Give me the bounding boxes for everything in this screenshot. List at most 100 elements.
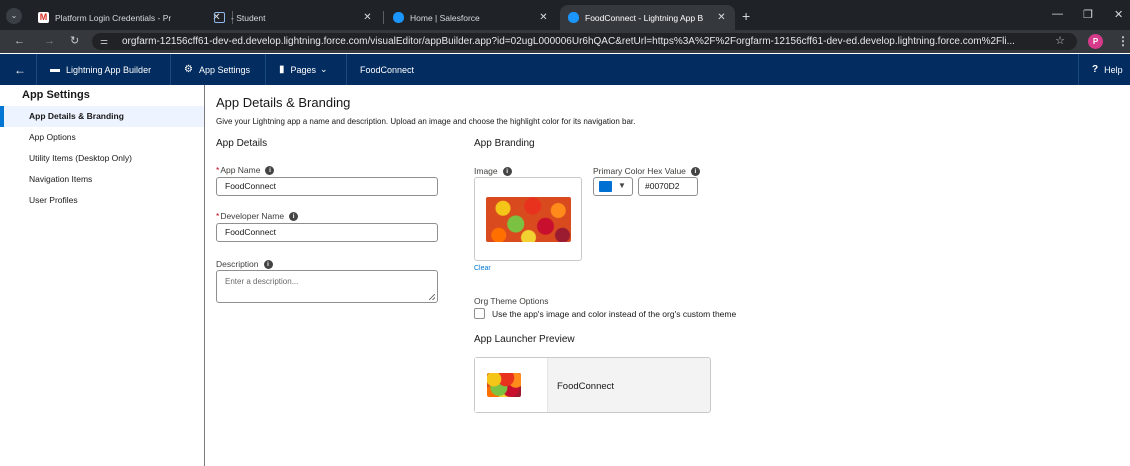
back-arrow-icon[interactable]: ←	[14, 54, 26, 85]
description-label: Description i	[216, 259, 273, 269]
color-picker-button[interactable]: ▼	[593, 177, 633, 196]
browser-tab-foodconnect[interactable]: FoodConnect - Lightning App B ✕	[560, 5, 735, 30]
image-label-text: Image	[474, 166, 498, 176]
back-icon[interactable]: ←	[14, 34, 25, 48]
sidebar-item-app-options[interactable]: App Options	[0, 127, 204, 148]
app-image-upload[interactable]	[474, 177, 582, 261]
gmail-icon: M	[38, 12, 49, 23]
tab-search-icon[interactable]: ⌄	[6, 8, 22, 24]
reload-icon[interactable]: ↻	[70, 34, 79, 48]
color-swatch	[599, 181, 612, 192]
required-marker: *	[216, 211, 220, 221]
tab-divider	[383, 11, 384, 24]
primary-color-label-text: Primary Color Hex Value	[593, 166, 686, 176]
header-app-name: FoodConnect	[360, 64, 415, 75]
clear-image-link[interactable]: Clear	[474, 265, 491, 272]
app-name-label-text: App Name	[220, 165, 261, 175]
info-icon[interactable]: i	[289, 211, 299, 221]
restore-icon[interactable]: ❐	[1083, 8, 1093, 21]
required-marker: *	[216, 165, 220, 175]
lightning-app-builder-label: ▬ Lightning App Builder	[50, 54, 151, 85]
app-builder-icon: ▬	[50, 64, 60, 75]
app-branding-heading: App Branding	[474, 138, 535, 149]
browser-tab-strip: ⌄ M Platform Login Credentials - Pr ✕ - …	[0, 0, 1130, 30]
app-settings-label: App Settings	[198, 64, 251, 75]
minimize-icon[interactable]: —	[1052, 8, 1063, 20]
header-divider	[36, 54, 37, 85]
resize-handle-icon[interactable]	[429, 294, 435, 300]
fruit-image	[486, 197, 571, 242]
browser-tab-gmail[interactable]: M Platform Login Credentials - Pr ✕	[30, 5, 230, 30]
chevron-down-icon: ⌄	[320, 64, 328, 74]
question-icon: ?	[1092, 64, 1099, 75]
hex-color-input[interactable]: #0070D2	[638, 177, 698, 196]
browser-toolbar: ← → ↻ ⚌ orgfarm-12156cff61-dev-ed.develo…	[0, 30, 1130, 53]
header-divider	[265, 54, 266, 85]
app-details-heading: App Details	[216, 138, 268, 149]
developer-name-input[interactable]: FoodConnect	[216, 223, 438, 242]
app-launcher-preview: FoodConnect	[474, 357, 711, 413]
app-name-input[interactable]: FoodConnect	[216, 177, 438, 196]
app-name-label: * App Name i	[216, 165, 275, 175]
tab-title: - Student	[231, 12, 266, 23]
page-title: App Details & Branding	[216, 95, 351, 110]
page-icon	[214, 12, 225, 23]
header-divider	[1078, 54, 1079, 85]
close-icon[interactable]: ✕	[716, 12, 727, 23]
tab-title: FoodConnect - Lightning App B	[585, 12, 704, 23]
url-text: orgfarm-12156cff61-dev-ed.develop.lightn…	[122, 36, 1015, 47]
pages-label: Pages	[290, 64, 317, 75]
page-description: Give your Lightning app a name and descr…	[216, 117, 636, 126]
close-icon[interactable]: ✕	[362, 12, 373, 23]
settings-sidebar: App Settings App Details & Branding App …	[0, 85, 205, 466]
primary-color-label: Primary Color Hex Value i	[593, 166, 700, 176]
info-icon[interactable]: i	[690, 166, 700, 176]
profile-avatar[interactable]: P	[1088, 34, 1103, 49]
bookmark-star-icon[interactable]: ☆	[1055, 33, 1065, 50]
site-info-icon[interactable]: ⚌	[100, 33, 108, 50]
org-theme-checkbox[interactable]	[474, 308, 485, 319]
pages-dropdown[interactable]: ▮ Pages ⌄	[279, 54, 328, 85]
tab-title: Platform Login Credentials - Pr	[55, 12, 172, 23]
preview-app-name: FoodConnect	[557, 381, 615, 392]
org-theme-checkbox-label: Use the app's image and color instead of…	[492, 309, 737, 319]
preview-image-tile	[475, 358, 548, 412]
browser-tab-home-salesforce[interactable]: Home | Salesforce ✕	[385, 5, 557, 30]
caret-down-icon: ▼	[618, 181, 626, 190]
salesforce-icon	[393, 12, 404, 23]
sidebar-title: App Settings	[22, 89, 90, 101]
header-divider	[170, 54, 171, 85]
browser-tab-student[interactable]: - Student ✕	[206, 5, 381, 30]
app-settings-button[interactable]: ⚙ App Settings	[184, 54, 250, 85]
gear-icon: ⚙	[184, 64, 193, 75]
salesforce-icon	[568, 12, 579, 23]
sidebar-item-user-profiles[interactable]: User Profiles	[0, 190, 204, 211]
sidebar-item-utility-items[interactable]: Utility Items (Desktop Only)	[0, 148, 204, 169]
info-icon[interactable]: i	[265, 165, 275, 175]
org-theme-label: Org Theme Options	[474, 296, 549, 306]
sidebar-item-navigation-items[interactable]: Navigation Items	[0, 169, 204, 190]
description-placeholder: Enter a description...	[225, 277, 299, 286]
help-button[interactable]: ? Help	[1092, 54, 1123, 85]
developer-name-label-text: Developer Name	[220, 211, 285, 221]
app-launcher-preview-heading: App Launcher Preview	[474, 334, 575, 345]
new-tab-icon[interactable]: +	[742, 9, 750, 23]
page-icon: ▮	[279, 64, 285, 75]
fruit-image	[487, 373, 521, 397]
info-icon[interactable]: i	[502, 166, 512, 176]
help-label: Help	[1104, 64, 1123, 75]
app-builder-header: ← ▬ Lightning App Builder ⚙ App Settings…	[0, 54, 1130, 85]
close-icon[interactable]: ✕	[538, 12, 549, 23]
header-divider	[346, 54, 347, 85]
sidebar-item-app-details-branding[interactable]: App Details & Branding	[0, 106, 204, 127]
builder-label-text: Lightning App Builder	[66, 64, 152, 75]
address-bar[interactable]: ⚌ orgfarm-12156cff61-dev-ed.develop.ligh…	[92, 33, 1077, 50]
browser-menu-icon[interactable]: ⋮	[1117, 34, 1129, 48]
main-content: App Details & Branding Give your Lightni…	[206, 85, 1130, 466]
image-label: Image i	[474, 166, 512, 176]
description-textarea[interactable]: Enter a description...	[216, 270, 438, 303]
info-icon[interactable]: i	[263, 259, 273, 269]
description-label-text: Description	[216, 259, 259, 269]
forward-icon[interactable]: →	[44, 34, 55, 48]
close-window-icon[interactable]: ✕	[1114, 8, 1123, 21]
